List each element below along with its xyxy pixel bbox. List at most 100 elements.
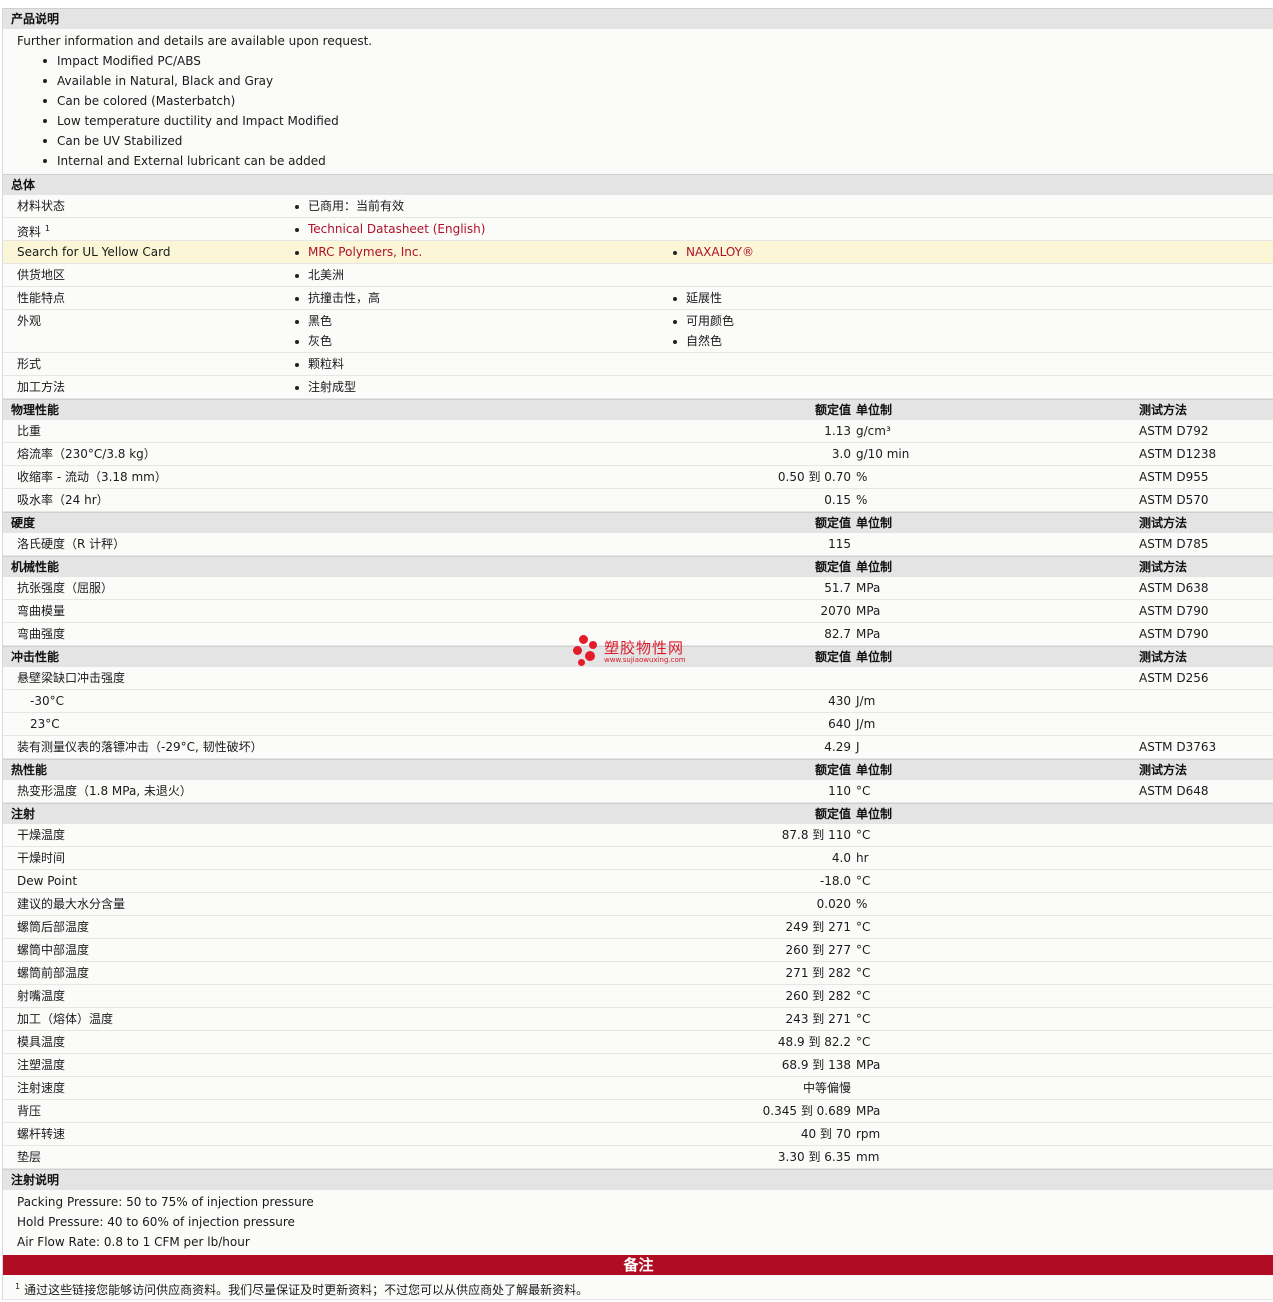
technical-datasheet-link[interactable]: Technical Datasheet (English) (292, 218, 485, 238)
row-method: ASTM D256 (1139, 671, 1209, 685)
row-value: 82.7 (824, 627, 851, 641)
brand-link[interactable]: NAXALOY® (670, 241, 754, 261)
hardness-rows: 洛氏硬度（R 计秤） 115 ASTM D785 (3, 533, 1273, 556)
property-row: 注塑温度 68.9 到 138 MPa (3, 1054, 1273, 1077)
row-unit: % (856, 470, 868, 484)
row-label: 模具温度 (17, 1035, 66, 1049)
description-bullet-list: Impact Modified PC/ABS Available in Natu… (3, 51, 1273, 171)
column-header-nominal: 额定值 (814, 807, 851, 821)
remarks-footnote: 1 通过这些链接您能够访问供应商资料。我们尽量保证及时更新资料；不过您可以从供应商… (3, 1275, 1273, 1300)
column-header-unit: 单位制 (856, 763, 893, 777)
supplier-link[interactable]: MRC Polymers, Inc. (292, 241, 422, 261)
column-header-method: 测试方法 (1139, 560, 1188, 574)
row-unit: °C (856, 989, 871, 1003)
row-unit: °C (856, 943, 871, 957)
section-header-injection-notes: 注射说明 (3, 1169, 1273, 1190)
row-label: 收缩率 - 流动（3.18 mm） (17, 470, 167, 484)
row-unit: °C (856, 828, 871, 842)
property-row: 抗张强度（屈服） 51.7 MPa ASTM D638 (3, 577, 1273, 600)
row-appearance: 外观 黑色 灰色 可用颜色 自然色 (3, 310, 1273, 353)
injection-note: Hold Pressure: 40 to 60% of injection pr… (17, 1215, 295, 1229)
row-value: 北美洲 (292, 264, 344, 284)
row-ul-yellow-card: Search for UL Yellow Card MRC Polymers, … (3, 241, 1273, 264)
property-row: 加工（熔体）温度 243 到 271 °C (3, 1008, 1273, 1031)
section-title: 物理性能 (11, 403, 60, 417)
row-label: 螺杆转速 (17, 1127, 66, 1141)
property-row: 热变形温度（1.8 MPa, 未退火） 110 °C ASTM D648 (3, 780, 1273, 803)
watermark-text: 塑胶物性网 (604, 639, 685, 657)
row-value: 51.7 (824, 581, 851, 595)
footnote-text: 通过这些链接您能够访问供应商资料。我们尽量保证及时更新资料；不过您可以从供应商处… (24, 1283, 589, 1297)
row-value: 2070 (820, 604, 851, 618)
property-row: 射嘴温度 260 到 282 °C (3, 985, 1273, 1008)
row-value: 黑色 (292, 310, 332, 330)
description-bullet: Internal and External lubricant can be a… (3, 151, 1273, 171)
section-title: 热性能 (11, 763, 48, 777)
property-row: 螺筒后部温度 249 到 271 °C (3, 916, 1273, 939)
property-row: 弯曲模量 2070 MPa ASTM D790 (3, 600, 1273, 623)
column-header-nominal: 额定值 (814, 560, 851, 574)
row-value: 0.50 到 0.70 (777, 470, 851, 484)
section-title: 机械性能 (11, 560, 60, 574)
property-row: Dew Point -18.0 °C (3, 870, 1273, 893)
row-label: 射嘴温度 (17, 989, 66, 1003)
row-value: 640 (828, 717, 851, 731)
row-value: 260 到 282 (785, 989, 851, 1003)
column-header-unit: 单位制 (856, 650, 893, 664)
row-label: 螺筒前部温度 (17, 966, 90, 980)
injection-rows: 干燥温度 87.8 到 110 °C 干燥时间 4.0 hr Dew Point -18.0 °… (3, 824, 1273, 1169)
injection-note: Air Flow Rate: 0.8 to 1 CFM per lb/hour (17, 1235, 250, 1249)
footnote-marker: 1 (44, 224, 50, 233)
row-unit: MPa (856, 1058, 881, 1072)
row-value: 271 到 282 (785, 966, 851, 980)
row-unit: J (856, 740, 860, 754)
description-bullet: Available in Natural, Black and Gray (3, 71, 1273, 91)
row-unit: MPa (856, 581, 881, 595)
column-header-unit: 单位制 (856, 560, 893, 574)
row-unit: J/m (856, 694, 876, 708)
row-unit: MPa (856, 627, 881, 641)
section-title: 产品说明 (11, 12, 60, 26)
section-header-product-description: 产品说明 (3, 8, 1273, 29)
izod-rows: -30°C 430 J/m 23°C 640 J/m (3, 690, 1273, 736)
row-label: 建议的最大水分含量 (17, 897, 126, 911)
row-material-status: 材料状态 已商用：当前有效 (3, 195, 1273, 218)
row-value: 抗撞击性，高 (292, 287, 380, 307)
property-row: 洛氏硬度（R 计秤） 115 ASTM D785 (3, 533, 1273, 556)
watermark-url: www.sujiaowuxing.com (604, 656, 686, 664)
row-method: ASTM D638 (1139, 581, 1209, 595)
row-method: ASTM D1238 (1139, 447, 1217, 461)
row-value: 110 (828, 784, 851, 798)
row-value: 68.9 到 138 (781, 1058, 851, 1072)
property-row: 吸水率（24 hr） 0.15% ASTM D570 (3, 489, 1273, 512)
section-title: 注射说明 (11, 1173, 60, 1187)
row-label: 资料 1 (17, 224, 50, 239)
ul-yellow-card-search[interactable]: Search for UL Yellow Card (17, 241, 170, 263)
column-header-nominal: 额定值 (814, 650, 851, 664)
row-unit: MPa (856, 1104, 881, 1118)
row-label: 供货地区 (17, 268, 66, 282)
column-header-unit: 单位制 (856, 807, 893, 821)
row-value: 灰色 (292, 330, 332, 350)
row-unit: °C (856, 784, 871, 798)
row-value: 4.0 (831, 851, 851, 865)
row-value: 430 (828, 694, 851, 708)
row-dart-impact: 装有测量仪表的落镖冲击（-29°C, 韧性破坏） 4.29 J ASTM D37… (3, 736, 1273, 759)
section-title: 总体 (11, 178, 36, 192)
row-value: 40 到 70 (800, 1127, 851, 1141)
row-resources: 资料 1 Technical Datasheet (English) (3, 218, 1273, 241)
row-label: 热变形温度（1.8 MPa, 未退火） (17, 784, 192, 798)
row-unit: °C (856, 1035, 871, 1049)
row-value: 中等偏慢 (802, 1081, 851, 1095)
row-unit: J/m (856, 717, 876, 731)
row-label: 比重 (17, 424, 42, 438)
watermark-logo: 塑胶物性网 www.sujiaowuxing.com (573, 635, 713, 671)
row-value: 260 到 277 (785, 943, 851, 957)
row-label: 吸水率（24 hr） (17, 493, 109, 507)
property-row: 熔流率（230°C/3.8 kg） 3.0 g/10 min ASTM D1238 (3, 443, 1273, 466)
row-label: 干燥时间 (17, 851, 66, 865)
remarks-header: 备注 (3, 1255, 1273, 1275)
column-header-nominal: 额定值 (814, 403, 851, 417)
row-value: 4.29 (824, 740, 851, 754)
thermal-rows: 热变形温度（1.8 MPa, 未退火） 110 °C ASTM D648 (3, 780, 1273, 803)
